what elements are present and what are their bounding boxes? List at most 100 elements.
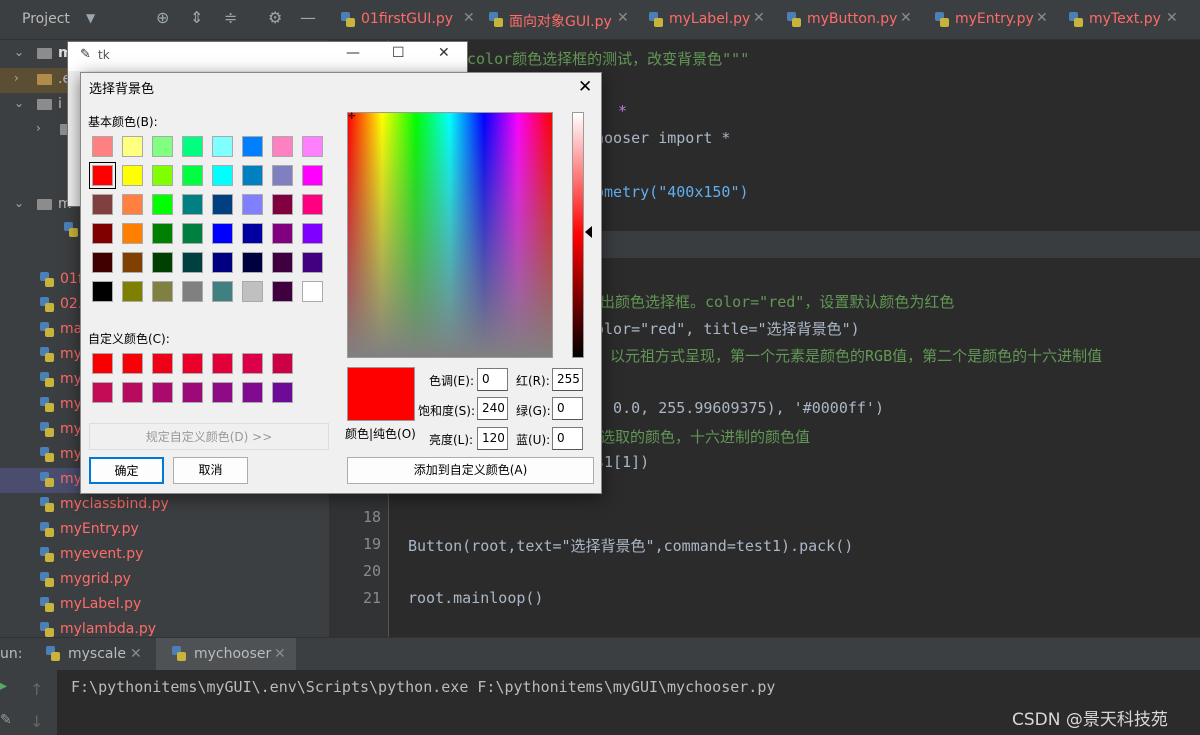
- chevron-right-icon[interactable]: ›: [36, 121, 41, 135]
- basic-color-swatch[interactable]: [92, 281, 113, 302]
- basic-color-swatch[interactable]: [212, 136, 233, 157]
- up-arrow-icon[interactable]: ↑: [30, 680, 43, 699]
- basic-color-swatch[interactable]: [182, 194, 203, 215]
- maximize-icon[interactable]: ☐: [392, 45, 405, 61]
- basic-color-swatch[interactable]: [212, 194, 233, 215]
- custom-color-swatch[interactable]: [242, 353, 263, 374]
- red-input[interactable]: 255: [552, 368, 583, 391]
- luminance-input[interactable]: 120: [477, 427, 508, 450]
- saturation-input[interactable]: 240: [477, 397, 508, 420]
- custom-color-swatch[interactable]: [122, 353, 143, 374]
- wrench-icon[interactable]: ✎: [0, 712, 12, 728]
- chevron-down-icon[interactable]: ⌄: [14, 96, 24, 110]
- basic-color-swatch[interactable]: [122, 281, 143, 302]
- tree-file[interactable]: myclassbind.py: [0, 493, 329, 518]
- basic-color-swatch[interactable]: [302, 223, 323, 244]
- basic-color-swatch[interactable]: [122, 136, 143, 157]
- tab-01firstgui[interactable]: 01firstGUI.py ✕: [341, 0, 481, 39]
- locate-icon[interactable]: ⊕: [156, 8, 169, 27]
- basic-color-swatch[interactable]: [152, 165, 173, 186]
- custom-color-swatch[interactable]: [272, 382, 293, 403]
- chevron-down-icon[interactable]: ⌄: [14, 45, 24, 59]
- run-tab-myscale[interactable]: myscale ✕: [44, 638, 152, 671]
- minimize-icon[interactable]: —: [346, 45, 360, 61]
- custom-color-swatch[interactable]: [182, 353, 203, 374]
- basic-color-swatch[interactable]: [272, 136, 293, 157]
- close-icon[interactable]: ✕: [1166, 10, 1178, 26]
- down-arrow-icon[interactable]: ↓: [30, 712, 43, 731]
- basic-color-swatch[interactable]: [92, 223, 113, 244]
- tree-file[interactable]: mylambda.py: [0, 618, 329, 637]
- basic-color-swatch[interactable]: [152, 281, 173, 302]
- crosshair-icon[interactable]: ✛: [348, 113, 356, 122]
- close-icon[interactable]: ✕: [274, 646, 286, 662]
- basic-color-swatch[interactable]: [152, 194, 173, 215]
- basic-color-swatch[interactable]: [122, 223, 143, 244]
- add-to-custom-colors-button[interactable]: 添加到自定义颜色(A): [347, 457, 594, 484]
- close-icon[interactable]: ✕: [753, 10, 765, 26]
- chevron-right-icon[interactable]: ›: [14, 71, 19, 85]
- gear-icon[interactable]: ⚙: [268, 8, 282, 27]
- custom-color-swatch[interactable]: [152, 353, 173, 374]
- expand-all-icon[interactable]: ⇕: [190, 8, 203, 27]
- custom-color-swatch[interactable]: [152, 382, 173, 403]
- basic-color-swatch[interactable]: [242, 252, 263, 273]
- custom-color-swatch[interactable]: [272, 353, 293, 374]
- basic-color-swatch[interactable]: [92, 252, 113, 273]
- basic-color-swatch[interactable]: [122, 252, 143, 273]
- custom-color-swatch[interactable]: [182, 382, 203, 403]
- basic-color-swatch[interactable]: [212, 165, 233, 186]
- blue-input[interactable]: 0: [552, 427, 583, 450]
- basic-color-swatch[interactable]: [242, 136, 263, 157]
- tab-oop-gui[interactable]: 面向对象GUI.py ✕: [489, 0, 639, 39]
- tab-mytext[interactable]: myText.py ✕: [1069, 0, 1199, 39]
- close-icon[interactable]: ✕: [463, 10, 475, 26]
- chevron-down-icon[interactable]: ▼: [86, 11, 95, 25]
- basic-color-swatch[interactable]: [122, 194, 143, 215]
- ok-button[interactable]: 确定: [89, 457, 164, 484]
- basic-color-swatch[interactable]: [272, 223, 293, 244]
- basic-color-swatch[interactable]: [302, 165, 323, 186]
- luminance-slider[interactable]: [572, 112, 584, 358]
- cancel-button[interactable]: 取消: [173, 457, 248, 484]
- basic-color-swatch[interactable]: [182, 223, 203, 244]
- close-icon[interactable]: ✕: [438, 45, 450, 61]
- basic-color-swatch[interactable]: [242, 281, 263, 302]
- green-input[interactable]: 0: [552, 397, 583, 420]
- close-icon[interactable]: ✕: [1036, 10, 1048, 26]
- custom-color-swatch[interactable]: [122, 382, 143, 403]
- basic-color-swatch[interactable]: [182, 165, 203, 186]
- define-custom-colors-button[interactable]: 规定自定义颜色(D) >>: [89, 423, 329, 450]
- close-icon[interactable]: ✕: [130, 646, 142, 662]
- run-tab-mychooser[interactable]: mychooser ✕: [156, 638, 296, 671]
- basic-color-swatch[interactable]: [212, 252, 233, 273]
- basic-color-swatch[interactable]: [152, 136, 173, 157]
- hue-input[interactable]: 0: [477, 368, 508, 391]
- basic-color-swatch[interactable]: [89, 162, 116, 189]
- collapse-all-icon[interactable]: ≑: [224, 8, 237, 27]
- basic-color-swatch[interactable]: [242, 194, 263, 215]
- tree-file[interactable]: myevent.py: [0, 543, 329, 568]
- tree-file[interactable]: mygrid.py: [0, 568, 329, 593]
- basic-color-swatch[interactable]: [242, 165, 263, 186]
- rerun-icon[interactable]: ▸: [0, 678, 7, 694]
- chevron-down-icon[interactable]: ⌄: [14, 196, 24, 210]
- tab-mylabel[interactable]: myLabel.py ✕: [649, 0, 779, 39]
- color-spectrum[interactable]: [347, 112, 553, 358]
- basic-color-swatch[interactable]: [152, 223, 173, 244]
- close-icon[interactable]: ✕: [578, 77, 592, 97]
- close-icon[interactable]: ✕: [900, 10, 912, 26]
- minimize-panel-icon[interactable]: —: [300, 8, 316, 27]
- basic-color-swatch[interactable]: [302, 281, 323, 302]
- basic-color-swatch[interactable]: [272, 281, 293, 302]
- basic-color-swatch[interactable]: [242, 223, 263, 244]
- custom-color-swatch[interactable]: [212, 382, 233, 403]
- basic-color-swatch[interactable]: [212, 223, 233, 244]
- basic-color-swatch[interactable]: [302, 194, 323, 215]
- basic-color-swatch[interactable]: [182, 252, 203, 273]
- basic-color-swatch[interactable]: [302, 252, 323, 273]
- basic-color-swatch[interactable]: [152, 252, 173, 273]
- basic-color-swatch[interactable]: [182, 281, 203, 302]
- tab-myentry[interactable]: myEntry.py ✕: [935, 0, 1065, 39]
- tab-mybutton[interactable]: myButton.py ✕: [787, 0, 927, 39]
